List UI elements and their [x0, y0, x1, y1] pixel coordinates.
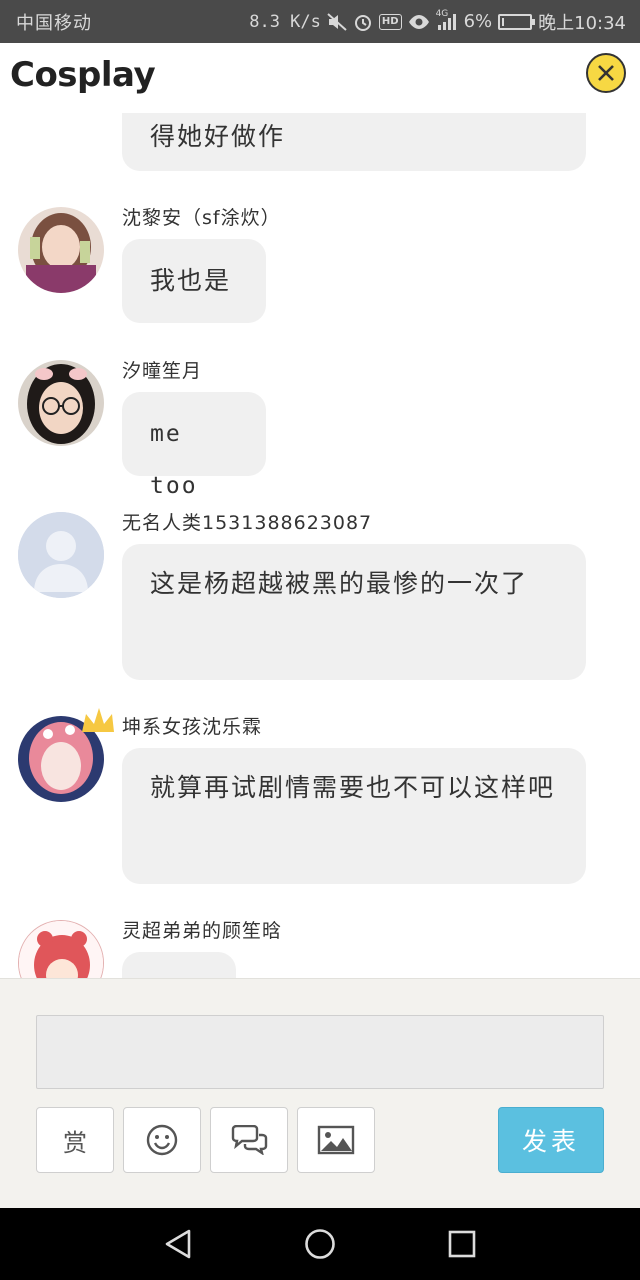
eye-icon — [408, 14, 430, 30]
home-button[interactable] — [298, 1222, 342, 1266]
battery-fill — [502, 17, 505, 26]
home-circle-icon — [305, 1229, 335, 1259]
hd-icon: HD — [378, 13, 402, 30]
screen: 中国移动 8.3 K/s HD 4G 6% 晚上10:34 Cosplay 得她… — [0, 0, 640, 1280]
comment-bubble: 我也是 — [122, 239, 266, 323]
system-nav-bar — [0, 1208, 640, 1280]
speech-bubbles-icon — [231, 1125, 268, 1155]
mute-icon — [327, 12, 347, 31]
emoji-button[interactable] — [123, 1107, 201, 1173]
send-button[interactable]: 发表 — [498, 1107, 604, 1173]
nickname: 坤系女孩沈乐霖 — [122, 716, 263, 738]
avatar[interactable] — [18, 512, 104, 598]
status-bar: 中国移动 8.3 K/s HD 4G 6% 晚上10:34 — [0, 0, 640, 43]
picture-icon — [317, 1125, 355, 1155]
comment-bubble: 得她好做作 — [122, 113, 586, 171]
image-button[interactable] — [297, 1107, 375, 1173]
comment-bubble: me too — [122, 392, 266, 499]
nickname: 汐曈笙月 — [122, 360, 203, 382]
signal-icon: 4G — [436, 9, 458, 31]
status-icons: 8.3 K/s HD 4G 6% 晚上10:34 — [249, 9, 626, 35]
smiley-icon — [146, 1124, 178, 1156]
recents-square-icon — [448, 1230, 476, 1258]
close-icon — [598, 65, 614, 81]
default-avatar-icon — [18, 512, 104, 598]
nickname: 无名人类1531388623087 — [122, 512, 373, 534]
page-header: Cosplay — [0, 43, 640, 113]
avatar[interactable] — [18, 920, 104, 978]
network-type: 4G — [435, 8, 449, 19]
network-speed: 8.3 K/s — [249, 11, 321, 32]
nickname: 灵超弟弟的顾笙晗 — [122, 920, 283, 942]
avatar[interactable] — [18, 207, 104, 293]
nickname: 沈黎安（sf涂炊） — [122, 207, 281, 229]
comment-list[interactable]: 得她好做作 沈黎安（sf涂炊） 我也是 汐曈笙月 me too 无名人类1531… — [0, 113, 640, 978]
avatar[interactable] — [18, 360, 104, 446]
battery-percent: 6% — [463, 11, 493, 32]
page-title: Cosplay — [10, 55, 156, 95]
comment-button[interactable] — [210, 1107, 288, 1173]
reward-button[interactable]: 赏 — [36, 1107, 114, 1173]
close-button[interactable] — [586, 53, 626, 93]
comment-composer: 赏 发表 — [0, 978, 640, 1208]
battery-icon — [498, 13, 536, 30]
comment-input[interactable] — [36, 1015, 604, 1089]
comment-bubble — [122, 952, 236, 978]
comment-bubble: 这是杨超越被黑的最惨的一次了 — [122, 544, 586, 680]
back-button[interactable] — [156, 1222, 200, 1266]
recents-button[interactable] — [440, 1222, 484, 1266]
crown-icon — [80, 706, 114, 740]
clock: 晚上10:34 — [538, 12, 626, 34]
carrier-name: 中国移动 — [16, 12, 92, 34]
reward-label: 赏 — [63, 1128, 87, 1157]
comment-bubble: 就算再试剧情需要也不可以这样吧 — [122, 748, 586, 884]
back-triangle-icon — [165, 1229, 191, 1259]
alarm-icon — [353, 12, 373, 32]
